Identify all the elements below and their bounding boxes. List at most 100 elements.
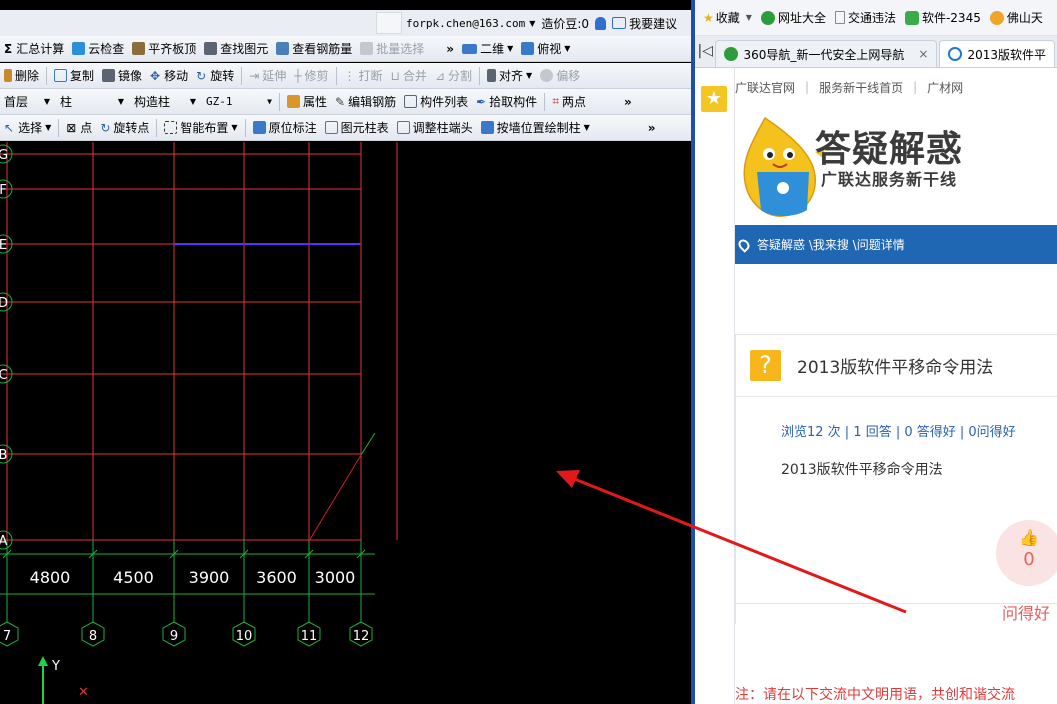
breadcrumb: 答疑解惑 \我来搜 \问题详情 (735, 225, 1057, 264)
batch-select-button[interactable]: 批量选择 (356, 38, 428, 60)
break-button[interactable]: ⋮ 打断 (340, 65, 387, 87)
bell-icon[interactable] (595, 16, 607, 30)
find-element-button[interactable]: 查找图元 (200, 38, 272, 60)
grid-column-label: 10 (236, 629, 253, 644)
favorites-menu[interactable]: ★ 收藏 ▼ (703, 9, 752, 26)
browser-e-icon (948, 47, 963, 61)
tab-scroll-left-icon[interactable]: |◁ (695, 35, 715, 67)
properties-button[interactable]: 属性 (283, 91, 331, 113)
rotate-point-button[interactable]: ↻ 旋转点 (96, 117, 153, 139)
grid-row-label: E (0, 238, 7, 253)
mirror-button[interactable]: 镜像 (98, 65, 146, 87)
rotate-button[interactable]: ↻ 旋转 (192, 65, 238, 87)
draw-toolbar: ↖ 选择 ▼ ⊠ 点 ↻ 旋转点 智能布置 ▼ 原位标注 图元柱表 调整柱端头 按墙位置绘… (0, 115, 691, 141)
toolbar-overflow[interactable]: » (620, 91, 636, 113)
ucs-x-marker: ✕ (78, 685, 89, 700)
component-toolbar: 首层 ▼ 柱 ▼ 构造柱 ▼ GZ-1 ▼ 属性 ✎ 编辑钢筋 构件列表 ✒ 拾取构件 ⌗ 两… (0, 89, 691, 115)
split-icon: ⊿ (434, 68, 445, 83)
adjust-column-end-button[interactable]: 调整柱端头 (393, 117, 477, 139)
select-dropdown[interactable]: ↖ 选择 ▼ (0, 117, 55, 139)
divider: | (913, 80, 918, 94)
tab-bar: |◁ 360导航_新一代安全上网导航 × 2013版软件平 (695, 36, 1057, 68)
align-dropdown[interactable]: 对齐 ▼ (483, 65, 536, 87)
tab-question[interactable]: 2013版软件平 (939, 40, 1055, 67)
dimension-label: 4800 (30, 568, 71, 587)
merge-button[interactable]: ⊔ 合并 (387, 65, 431, 87)
copy-icon (54, 69, 68, 82)
component-name-select[interactable]: GZ-1 ▼ (202, 92, 276, 112)
type-select[interactable]: 构造柱 ▼ (130, 92, 200, 112)
element-column-table-button[interactable]: 图元柱表 (321, 117, 393, 139)
edit-rebar-button[interactable]: ✎ 编辑钢筋 (331, 91, 400, 113)
view-rebar-button[interactable]: 查看钢筋量 (272, 38, 356, 60)
cloud-check-button[interactable]: 云检查 (68, 38, 128, 60)
delete-icon (4, 69, 12, 82)
break-icon: ⋮ (343, 68, 356, 83)
divider (241, 66, 243, 85)
in-place-label-button[interactable]: 原位标注 (249, 117, 321, 139)
account-email[interactable]: forpk.chen@163.com (406, 17, 525, 30)
toolbar-overflow[interactable]: » (644, 117, 660, 139)
cloud-check-icon (72, 42, 86, 55)
price-beans-label: 造价豆:0 (541, 16, 590, 31)
trim-button[interactable]: ┼ 修剪 (290, 65, 332, 87)
offset-button[interactable]: 偏移 (536, 65, 584, 87)
weather-icon (989, 10, 1004, 25)
point-button[interactable]: ⊠ 点 (62, 117, 96, 139)
view-2d-icon (462, 43, 478, 54)
grid-drawing[interactable]: G F E D C B A 7 8 9 10 11 12 4800 4500 3900 3600 3000 Y ✕ (0, 142, 691, 704)
chevron-down-icon: ▼ (564, 44, 571, 53)
grid-column-label: 8 (89, 629, 97, 644)
breadcrumb-text[interactable]: 答疑解惑 \我来搜 \问题详情 (757, 236, 905, 253)
smart-layout-dropdown[interactable]: 智能布置 ▼ (160, 117, 241, 139)
chevron-down-icon: ▼ (43, 97, 50, 106)
split-button[interactable]: ⊿ 分割 (431, 65, 476, 87)
chevron-down-icon: ▼ (45, 123, 52, 132)
toolbar-overflow[interactable]: » (442, 38, 458, 60)
batch-select-icon (360, 42, 374, 55)
close-icon[interactable]: × (918, 47, 928, 61)
rotate-point-icon: ↻ (100, 120, 111, 135)
question-body: 2013版软件平移命令用法 (781, 462, 943, 478)
align-icon (487, 69, 497, 82)
like-button[interactable]: 👍 0 (996, 520, 1057, 586)
copy-button[interactable]: 复制 (50, 65, 98, 87)
tab-360-nav[interactable]: 360导航_新一代安全上网导航 × (715, 40, 938, 67)
diagonal-guide-extension (360, 432, 376, 456)
draw-by-wall-dropdown[interactable]: 按墙位置绘制柱 ▼ (477, 117, 594, 139)
suggestion-button[interactable]: 我要建议 (629, 15, 677, 32)
view-direction-dropdown[interactable]: 俯视 ▼ (517, 38, 574, 60)
delete-button[interactable]: 删除 (0, 65, 43, 87)
favorite-star-icon[interactable]: ★ (701, 86, 727, 112)
divider (279, 92, 280, 111)
axis-grid-labels: G F E D C B A 7 8 9 10 11 12 4800 4500 3900 3600 3000 (0, 144, 373, 647)
question-mark-icon: ? (750, 350, 781, 381)
star-icon: ★ (703, 10, 714, 25)
chevron-down-icon[interactable]: ▼ (529, 19, 535, 28)
drawing-canvas[interactable]: G F E D C B A 7 8 9 10 11 12 4800 4500 3900 3600 3000 Y ✕ (0, 142, 691, 704)
search-box[interactable] (376, 12, 402, 34)
extend-button[interactable]: ⇥ 延伸 (245, 65, 290, 87)
floor-select[interactable]: 首层 ▼ (0, 92, 54, 112)
link-glodon-official[interactable]: 广联达官网 (735, 79, 795, 96)
two-points-button[interactable]: ⌗ 两点 (548, 91, 590, 113)
banner-subtitle: 广联达服务新干线 (821, 170, 958, 189)
favorite-link[interactable]: 交通违法 (834, 9, 896, 26)
link-material-site[interactable]: 广材网 (927, 79, 963, 96)
view-mode-dropdown[interactable]: 二维 ▼ (458, 38, 517, 60)
grid-column-label: 9 (170, 629, 178, 644)
link-service-home[interactable]: 服务新干线首页 (819, 79, 903, 96)
favorite-link[interactable]: 佛山天 (989, 9, 1043, 26)
category-select[interactable]: 柱 ▼ (56, 92, 128, 112)
dimension-label: 3900 (189, 568, 230, 587)
edit-toolbar: 删除 复制 镜像 ✥ 移动 ↻ 旋转 ⇥ 延伸 ┼ 修剪 ⋮ 打断 ⊔ 合并 ⊿ 分割 对齐 ▼… (0, 63, 691, 89)
browser-sidebar: ★ (695, 68, 735, 704)
component-list-button[interactable]: 构件列表 (400, 91, 472, 113)
move-button[interactable]: ✥ 移动 (146, 65, 192, 87)
favorite-link[interactable]: 软件-2345 (904, 9, 981, 26)
offset-icon (540, 69, 554, 82)
flat-slab-button[interactable]: 平齐板顶 (128, 38, 200, 60)
pick-component-button[interactable]: ✒ 拾取构件 (472, 91, 541, 113)
summary-calc-button[interactable]: Σ 汇总计算 (0, 38, 68, 60)
favorite-link[interactable]: 网址大全 (760, 9, 826, 26)
